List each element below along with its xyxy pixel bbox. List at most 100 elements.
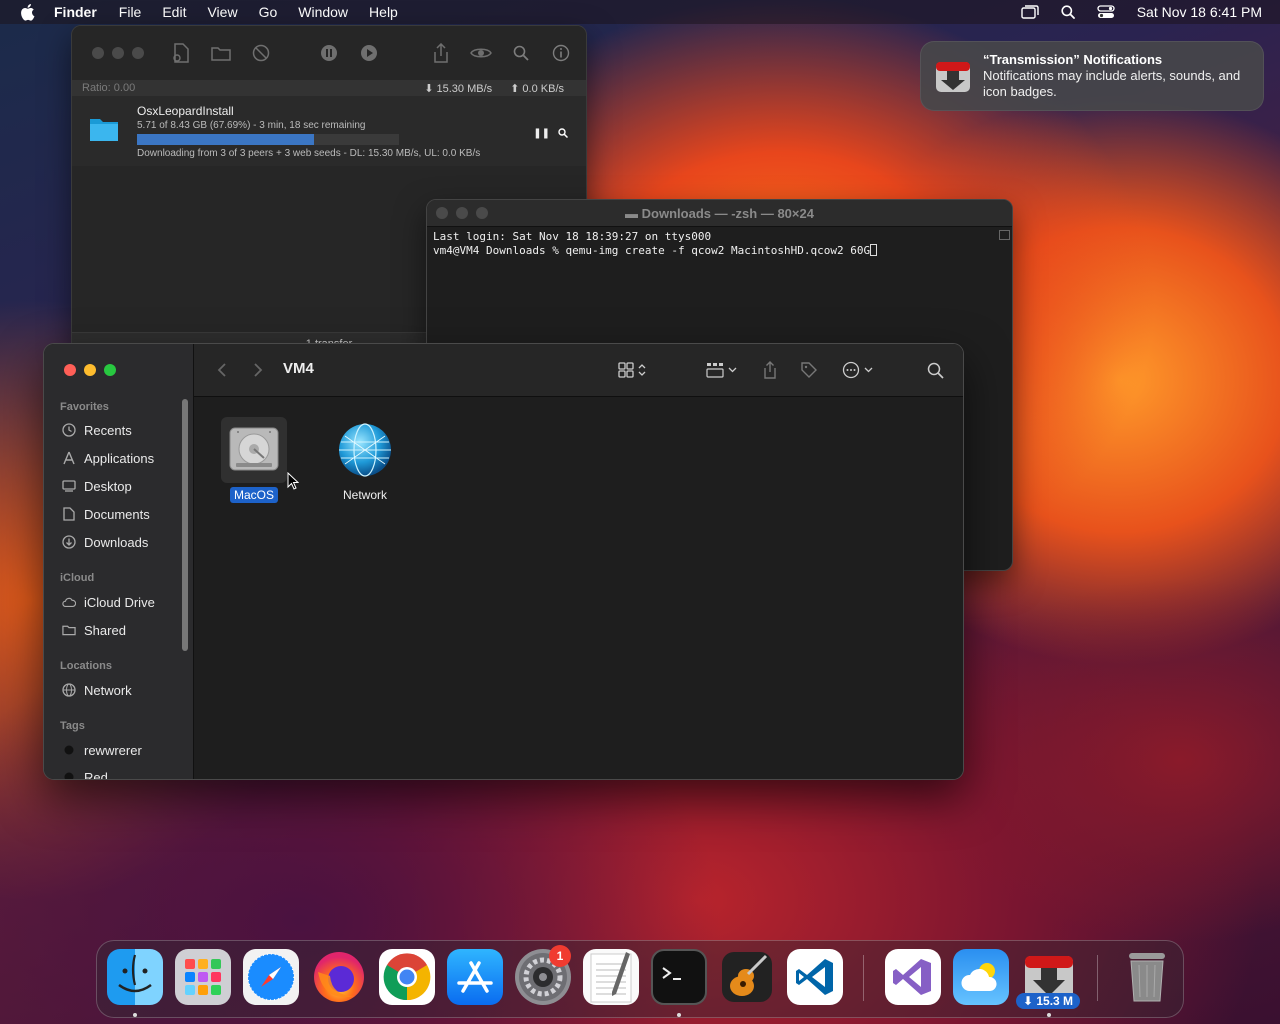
back-chevron-icon[interactable] [212,360,232,380]
action-menu-button[interactable] [842,358,873,382]
close-button[interactable] [64,364,76,376]
sidebar-header-locations: Locations [60,660,112,672]
group-by-button[interactable] [706,358,737,382]
terminal-title: ▬ Downloads — -zsh — 80×24 [625,205,814,221]
view-mode-button[interactable] [618,358,646,382]
tag-dot-icon [62,743,76,757]
sidebar-scrollbar[interactable] [182,399,188,651]
finder-window: Favorites Recents Applications Desktop D… [43,343,964,780]
menu-go[interactable]: Go [259,4,278,20]
sidebar-item-desktop[interactable]: Desktop [62,475,132,497]
sidebar-tag-rewwrerer[interactable]: rewwrerer [62,739,142,761]
share-icon[interactable] [430,42,452,64]
search-icon[interactable] [510,42,532,64]
control-center-icon[interactable] [1097,5,1115,19]
window-title: VM4 [283,360,314,377]
sidebar-item-downloads[interactable]: Downloads [62,531,148,553]
zoom-button[interactable] [132,47,144,59]
running-indicator [1047,1013,1051,1017]
transmission-toolbar [72,26,586,80]
document-icon [62,507,76,521]
dock-finder-icon[interactable] [107,949,163,1005]
dock-safari-icon[interactable] [243,949,299,1005]
ellipsis-circle-icon [842,361,860,379]
dock-firefox-icon[interactable] [311,949,367,1005]
finder-sidebar: Favorites Recents Applications Desktop D… [44,344,193,779]
transmission-speed-badge: ⬇ 15.3 M [1016,993,1080,1009]
open-torrent-icon[interactable] [170,42,192,64]
pause-all-icon[interactable] [318,42,340,64]
dock-textedit-icon[interactable] [583,949,639,1005]
window-controls [64,364,116,376]
minimize-button[interactable] [84,364,96,376]
torrent-progress-text: 5.71 of 8.43 GB (67.69%) - 3 min, 18 sec… [137,120,366,131]
close-button[interactable] [92,47,104,59]
tag-button[interactable] [800,358,818,382]
file-item-network[interactable]: Network [320,417,410,504]
screen-mirroring-icon[interactable] [1021,5,1039,19]
sidebar-item-shared[interactable]: Shared [62,619,126,641]
dock-visual-studio-icon[interactable] [885,949,941,1005]
tag-dot-icon [62,770,76,779]
share-button[interactable] [762,358,778,382]
download-icon [62,535,76,549]
remove-icon[interactable] [250,42,272,64]
notification-title: “Transmission” Notifications [983,52,1163,67]
menu-bar: Finder File Edit View Go Window Help Sat… [0,0,1280,24]
spotlight-search-icon[interactable] [1061,5,1075,19]
apple-menu-icon[interactable] [18,3,36,21]
terminal-content[interactable]: Last login: Sat Nov 18 18:39:27 on ttys0… [427,227,1012,261]
transmission-notification[interactable]: “Transmission” Notifications Notificatio… [920,41,1264,111]
quicklook-eye-icon[interactable] [470,42,492,64]
sidebar-item-network[interactable]: Network [62,679,132,701]
globe-icon [62,683,76,697]
sidebar-tag-red[interactable]: Red [62,766,108,779]
dock-terminal-icon[interactable] [651,949,707,1005]
grid-view-icon [618,362,634,378]
menubar-clock[interactable]: Sat Nov 18 6:41 PM [1137,4,1262,20]
terminal-line-command: vm4@VM4 Downloads % qemu-img create -f q… [433,244,1006,258]
tag-icon [801,362,817,378]
sidebar-item-applications[interactable]: Applications [62,447,154,469]
dock-vscode-icon[interactable] [787,949,843,1005]
dock-chrome-icon[interactable] [379,949,435,1005]
finder-content: VM4 MacOS Network [193,344,963,779]
folder-icon [89,116,119,142]
sidebar-header-tags: Tags [60,720,85,732]
sidebar-item-icloud-drive[interactable]: iCloud Drive [62,591,155,613]
forward-chevron-icon[interactable] [248,360,268,380]
resume-all-icon[interactable] [358,42,380,64]
search-button[interactable] [927,358,944,382]
pause-icon[interactable]: ❚❚ [533,128,550,141]
sidebar-item-documents[interactable]: Documents [62,503,150,525]
folder-icon[interactable] [210,42,232,64]
menu-window[interactable]: Window [298,4,348,20]
dock-separator [1097,955,1098,1001]
transmission-app-icon [933,56,973,96]
dock-trash-icon[interactable] [1119,949,1175,1005]
dock-app-store-icon[interactable] [447,949,503,1005]
applications-icon [62,451,76,465]
menu-finder[interactable]: Finder [54,4,97,20]
dock-garageband-icon[interactable] [719,949,775,1005]
hard-drive-icon [221,417,287,483]
sidebar-item-recents[interactable]: Recents [62,419,132,441]
terminal-cursor [870,244,878,256]
menu-help[interactable]: Help [369,4,398,20]
minimize-button[interactable] [112,47,124,59]
chevron-down-icon [864,367,873,373]
menu-file[interactable]: File [119,4,142,20]
menu-edit[interactable]: Edit [162,4,186,20]
share-icon [764,361,776,379]
torrent-row[interactable]: OsxLeopardInstall 5.71 of 8.43 GB (67.69… [72,96,586,164]
menu-view[interactable]: View [207,4,237,20]
dock-weather-icon[interactable] [953,949,1009,1005]
zoom-button[interactable] [104,364,116,376]
info-icon[interactable] [550,42,572,64]
folder-icon: ▬ [625,205,642,221]
dock-launchpad-icon[interactable] [175,949,231,1005]
reveal-search-icon[interactable] [558,128,569,141]
shared-folder-icon [62,623,76,637]
file-item-macos[interactable]: MacOS [209,417,299,504]
terminal-scrollbar[interactable] [999,230,1010,240]
